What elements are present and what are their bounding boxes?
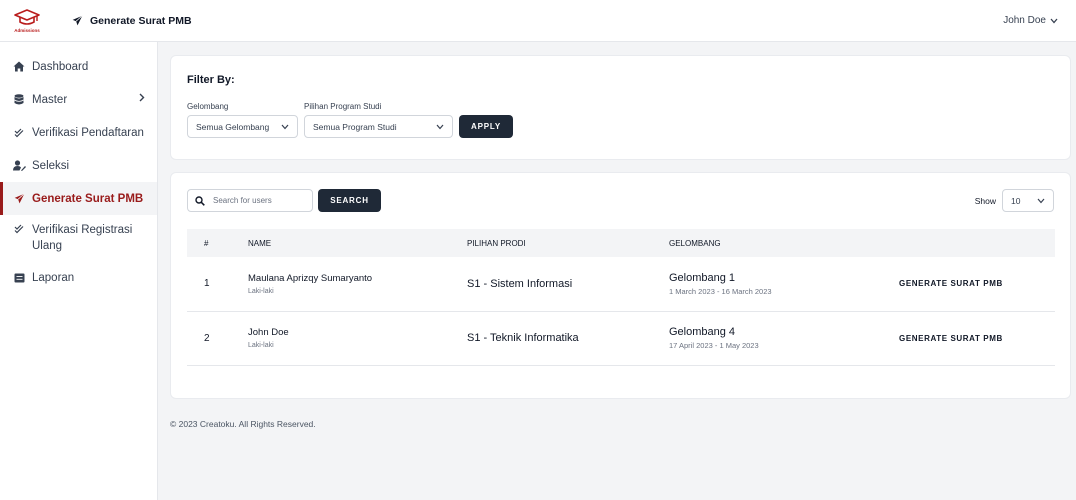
column-header-prodi: PILIHAN PRODI [467,238,526,248]
chevron-right-icon [139,93,145,105]
sidebar-item-label: Verifikasi Registrasi Ulang [32,224,133,252]
name-cell: Maulana Aprizqy Sumaryanto Laki-laki [248,257,467,311]
table-header: # NAME PILIHAN PRODI GELOMBANG [187,229,1055,257]
prodi-label: Pilihan Program Studi [304,102,382,111]
sidebar-item-master[interactable]: Master [0,83,157,116]
search-icon [195,195,205,206]
search-box [187,189,313,212]
chevron-down-icon [1050,18,1058,23]
column-header-gelombang: GELOMBANG [669,238,721,248]
database-icon [12,94,26,105]
graduation-cap-icon [14,8,40,25]
gelombang-period: 17 April 2023 - 1 May 2023 [669,341,759,350]
gelombang-cell: Gelombang 1 1 March 2023 - 16 March 2023 [669,257,899,311]
sidebar-item-label: Seleksi [32,159,70,172]
search-button[interactable]: SEARCH [318,189,381,212]
sidebar-item-label: Generate Surat PMB [32,192,144,205]
table-toolbar: SEARCH Show 10 [187,189,1054,212]
check-double-icon [12,224,26,234]
sidebar-item-label: Dashboard [32,60,89,73]
chevron-down-icon [436,124,444,129]
user-edit-icon [12,160,26,171]
prodi-value: S1 - Teknik Informatika [467,332,579,344]
logo-text: Admissions [14,27,40,33]
generate-surat-pmb-button[interactable]: GENERATE SURAT PMB [899,279,1003,288]
show-label: Show [974,195,996,206]
prodi-value: S1 - Sistem Informasi [467,277,573,290]
app-logo[interactable]: Admissions [4,0,50,42]
gelombang-cell: Gelombang 4 17 April 2023 - 1 May 2023 [669,311,899,365]
home-icon [12,61,26,72]
gelombang-label: Gelombang [187,102,229,111]
gelombang-period: 1 March 2023 - 16 March 2023 [669,286,772,296]
user-menu[interactable]: John Doe [1003,15,1058,26]
action-cell: GENERATE SURAT PMB [899,257,1055,311]
send-icon [72,15,83,26]
user-name: John Doe [1003,15,1046,26]
sidebar-item-label: Master [32,93,68,106]
table-card: SEARCH Show 10 # NAME PILIHAN PRODI GELO… [170,172,1071,399]
apply-button[interactable]: APPLY [459,115,513,138]
show-select[interactable]: 10 [1002,189,1054,212]
column-header-action [899,229,1055,257]
registrants-table: # NAME PILIHAN PRODI GELOMBANG 1 Maulana… [187,229,1055,366]
check-double-icon [12,128,26,138]
prodi-cell: S1 - Sistem Informasi [467,257,669,311]
gelombang-select-value: Semua Gelombang [196,121,270,132]
show-entries: Show 10 [975,189,1054,212]
table-row: 2 John Doe Laki-laki S1 - Teknik Informa… [187,311,1055,365]
sidebar-item-dashboard[interactable]: Dashboard [0,50,157,83]
sidebar-item-verifikasi-pendaftaran[interactable]: Verifikasi Pendaftaran [0,116,157,149]
prodi-cell: S1 - Teknik Informatika [467,311,669,365]
page-heading: Generate Surat PMB [72,15,192,27]
page-title: Generate Surat PMB [90,14,192,27]
sidebar-item-verifikasi-registrasi-ulang[interactable]: Verifikasi Registrasi Ulang [0,215,157,261]
top-bar: Admissions Generate Surat PMB John Doe [0,0,1076,42]
sidebar: Dashboard Master Verifikasi Pendaftaran … [0,42,158,500]
registrant-name: John Doe [248,327,289,338]
name-cell: John Doe Laki-laki [248,311,467,365]
column-header-number: # [204,238,209,248]
sidebar-item-seleksi[interactable]: Seleksi [0,149,157,182]
filter-card: Filter By: Gelombang Semua Gelombang Pil… [170,55,1071,160]
registrant-name: Maulana Aprizqy Sumaryanto [248,272,373,284]
prodi-field: Pilihan Program Studi Semua Program Stud… [304,102,453,138]
chevron-down-icon [281,124,289,129]
filter-row: Gelombang Semua Gelombang Pilihan Progra… [187,102,1054,138]
sidebar-item-label: Laporan [32,271,75,284]
sidebar-item-generate-surat-pmb[interactable]: Generate Surat PMB [0,182,157,215]
send-icon [12,193,26,204]
registrant-gender: Laki-laki [248,287,274,295]
gelombang-value: Gelombang 1 [669,271,736,284]
report-icon [12,273,26,283]
row-number: 2 [204,332,210,344]
registrant-gender: Laki-laki [248,342,274,349]
prodi-select[interactable]: Semua Program Studi [304,115,453,138]
filter-title: Filter By: [187,74,235,86]
search-input[interactable] [213,196,303,205]
table-row: 1 Maulana Aprizqy Sumaryanto Laki-laki S… [187,257,1055,311]
gelombang-field: Gelombang Semua Gelombang [187,102,298,138]
column-header-name: NAME [248,238,272,248]
show-select-value: 10 [1011,195,1021,206]
action-cell: GENERATE SURAT PMB [899,311,1055,365]
generate-surat-pmb-button[interactable]: GENERATE SURAT PMB [899,334,1003,343]
footer-copyright: © 2023 Creatoku. All Rights Reserved. [170,419,316,429]
prodi-select-value: Semua Program Studi [313,121,397,132]
sidebar-item-label: Verifikasi Pendaftaran [32,126,144,139]
row-number: 1 [204,278,210,290]
gelombang-value: Gelombang 4 [669,326,736,338]
sidebar-item-laporan[interactable]: Laporan [0,261,157,294]
gelombang-select[interactable]: Semua Gelombang [187,115,298,138]
chevron-down-icon [1037,198,1045,203]
